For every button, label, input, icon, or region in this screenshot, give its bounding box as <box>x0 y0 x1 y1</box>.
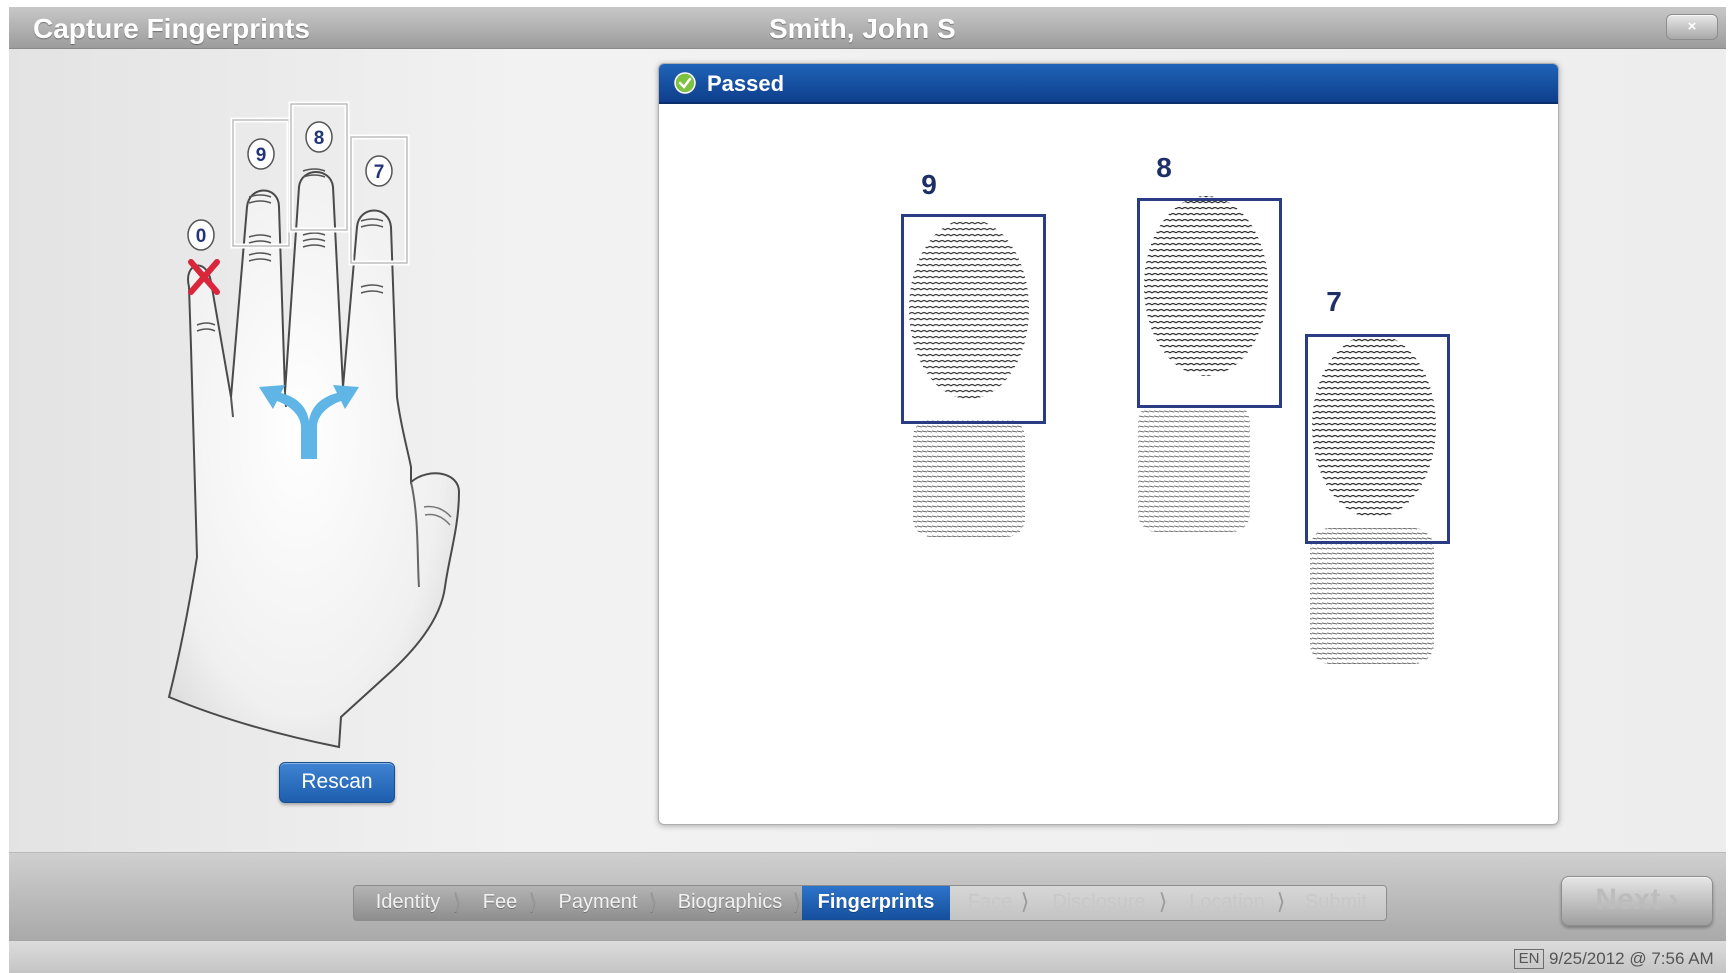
print-7-frame <box>1305 334 1450 544</box>
step-fingerprints[interactable]: Fingerprints <box>802 886 950 920</box>
print-7-label: 7 <box>1326 286 1342 317</box>
app-window: Capture Fingerprints Smith, John S × 0 9… <box>9 7 1726 973</box>
svg-text:8: 8 <box>314 128 325 149</box>
finger-9-marker[interactable]: 9 <box>247 138 275 170</box>
step-breadcrumb: Identity ⟩ Fee ⟩ Payment ⟩ Biographics ⟩ Fin… <box>353 885 1387 921</box>
rescan-button[interactable]: Rescan <box>279 762 395 803</box>
next-button[interactable]: Next › <box>1561 876 1713 926</box>
hand-outline <box>167 171 461 749</box>
step-location[interactable]: Location ⟩ <box>1168 886 1286 920</box>
finger-0-marker[interactable]: 0 <box>187 219 215 251</box>
svg-text:7: 7 <box>374 162 385 183</box>
print-9-label: 9 <box>921 169 937 200</box>
finger-7-marker[interactable]: 7 <box>365 155 393 187</box>
step-face[interactable]: Face ⟩ <box>950 886 1030 920</box>
hand-diagram: 0 9 8 7 <box>149 87 529 767</box>
step-disclosure[interactable]: Disclosure ⟩ <box>1030 886 1168 920</box>
step-biographics[interactable]: Biographics ⟩ <box>658 886 802 920</box>
panel-header: Passed <box>659 64 1558 104</box>
status-bar: EN 9/25/2012 @ 7:56 AM <box>9 940 1726 973</box>
person-name: Smith, John S <box>769 13 956 44</box>
close-button[interactable]: × <box>1666 14 1718 40</box>
close-icon: × <box>1687 18 1697 35</box>
print-8-label: 8 <box>1156 152 1172 183</box>
hand-illustration: 0 9 8 7 <box>167 101 461 749</box>
step-submit[interactable]: Submit <box>1286 886 1386 920</box>
print-8-frame <box>1137 198 1282 408</box>
step-fee[interactable]: Fee ⟩ <box>462 886 538 920</box>
check-circle-icon <box>674 72 696 94</box>
step-payment[interactable]: Payment ⟩ <box>538 886 658 920</box>
svg-text:0: 0 <box>196 226 207 247</box>
page-title: Capture Fingerprints <box>33 13 310 44</box>
capture-result-panel: Passed 9 8 7 <box>658 63 1559 825</box>
title-bar: Capture Fingerprints Smith, John S × <box>9 7 1726 49</box>
wizard-navigation: Identity ⟩ Fee ⟩ Payment ⟩ Biographics ⟩ Fin… <box>9 852 1726 941</box>
language-indicator[interactable]: EN <box>1514 949 1544 969</box>
print-9-frame <box>901 214 1046 424</box>
step-identity[interactable]: Identity ⟩ <box>354 886 462 920</box>
svg-text:9: 9 <box>256 145 267 166</box>
finger-8-marker[interactable]: 8 <box>305 121 333 153</box>
datetime-display: 9/25/2012 @ 7:56 AM <box>1549 949 1714 968</box>
status-label: Passed <box>707 71 785 96</box>
